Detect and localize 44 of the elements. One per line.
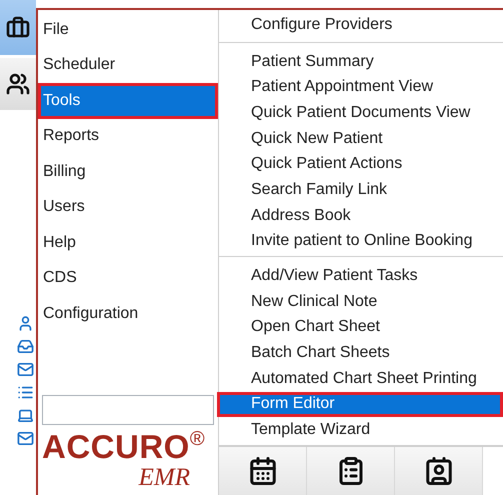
menu-item[interactable]: Scheduler (38, 48, 218, 83)
submenu-item[interactable]: Quick New Patient (219, 126, 503, 152)
submenu-item[interactable]: Template Wizard (219, 417, 503, 443)
submenu-item[interactable]: Open Chart Sheet (219, 314, 503, 340)
menu-item[interactable]: Billing (38, 154, 218, 190)
submenu-item[interactable]: Patient Summary (219, 48, 503, 74)
menu-item[interactable]: Configuration (38, 296, 218, 332)
submenu-item[interactable]: Search Family Link (219, 177, 503, 203)
list-icon[interactable] (17, 384, 34, 401)
logo-name: ACCURO (42, 429, 190, 465)
mail-icon[interactable] (17, 430, 34, 447)
menu-item[interactable]: Users (38, 190, 218, 225)
toolbar-button[interactable] (307, 447, 395, 495)
submenu-item[interactable]: Form Editor (217, 392, 503, 418)
submenu-item[interactable]: Add/View Patient Tasks (219, 263, 503, 289)
submenu-item[interactable]: New Clinical Note (219, 288, 503, 315)
submenu-item[interactable]: Automated Chart Sheet Printing (219, 366, 503, 392)
tool-tab[interactable] (0, 58, 36, 113)
submenu-item[interactable]: Batch Chart Sheets (219, 340, 503, 366)
person-icon[interactable] (17, 315, 34, 332)
submenu-item[interactable]: Address Book (219, 202, 503, 228)
laptop-icon[interactable] (17, 407, 34, 424)
inbox-icon[interactable] (17, 338, 34, 355)
menu-item[interactable]: Reports (38, 118, 218, 154)
briefcase-icon (6, 16, 30, 40)
menu-item[interactable]: File (38, 12, 218, 48)
registered-mark: ® (190, 429, 205, 449)
menu-item[interactable]: Tools (38, 83, 218, 118)
tool-tab[interactable] (0, 0, 36, 58)
submenu-item[interactable]: Patient Appointment View (219, 74, 503, 100)
address-book-icon (424, 456, 454, 486)
submenu-item[interactable]: Invite patient to Online Booking (219, 228, 503, 254)
logo-product: EMR (138, 465, 190, 491)
toolbar-button[interactable] (219, 447, 307, 495)
submenu-item[interactable]: Quick Patient Actions (219, 151, 503, 178)
calendar-icon (248, 456, 278, 486)
people-icon (6, 72, 30, 96)
mail-icon[interactable] (17, 361, 34, 378)
submenu-item[interactable]: Quick Patient Documents View (219, 100, 503, 126)
submenu-item[interactable]: Configure Providers (219, 12, 503, 38)
menu-item[interactable]: CDS (38, 260, 218, 296)
search-field[interactable] (42, 395, 214, 425)
menu-item[interactable]: Help (38, 225, 218, 260)
toolbar-button[interactable] (395, 447, 483, 495)
